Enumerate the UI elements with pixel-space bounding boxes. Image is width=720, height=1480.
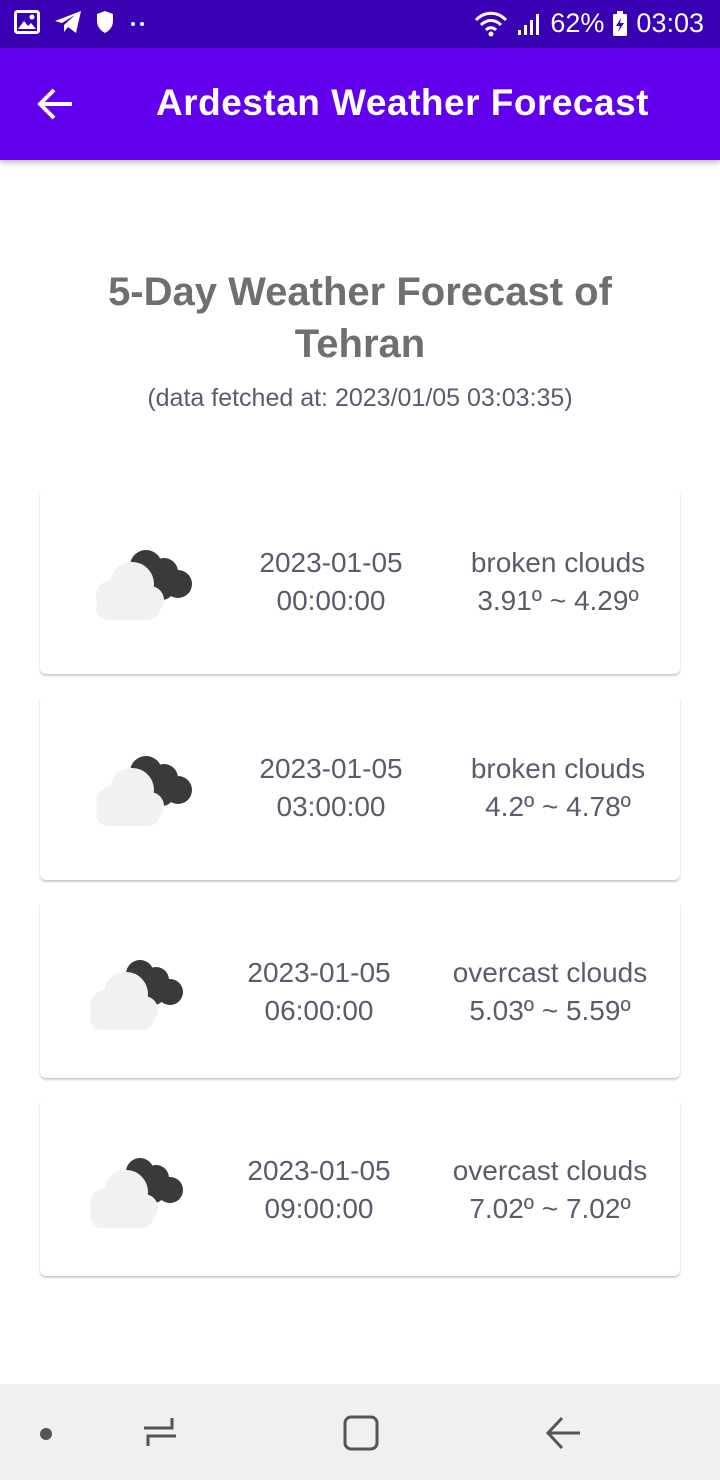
forecast-temp-range: 4.2º ~ 4.78º: [485, 791, 631, 822]
dot-indicator-icon[interactable]: [38, 1426, 54, 1447]
forecast-description: overcast clouds: [452, 957, 648, 988]
app-bar: Ardestan Weather Forecast: [0, 48, 720, 160]
forecast-date: 2023-01-05: [247, 1155, 391, 1186]
forecast-description: broken clouds: [470, 753, 646, 784]
status-bar: 62% 03:03: [0, 0, 720, 48]
forecast-time: 09:00:00: [264, 1193, 374, 1224]
forecast-datetime: 2023-01-05 09:00:00: [238, 1152, 400, 1228]
forecast-card[interactable]: 2023-01-05 09:00:00 overcast clouds 7.02…: [40, 1098, 680, 1276]
forecast-summary: broken clouds 4.2º ~ 4.78º: [452, 750, 664, 826]
telegram-icon: [54, 10, 82, 34]
battery-icon: [612, 10, 628, 37]
back-nav-icon[interactable]: [544, 1414, 582, 1457]
forecast-date: 2023-01-05: [259, 547, 403, 578]
forecast-card[interactable]: 2023-01-05 03:00:00 broken clouds 4.2º ~…: [40, 694, 680, 880]
forecast-date: 2023-01-05: [247, 957, 391, 988]
battery-percent: 62%: [550, 8, 605, 38]
forecast-temp-range: 3.91º ~ 4.29º: [477, 585, 639, 616]
system-navigation-bar: [0, 1384, 720, 1480]
forecast-summary: broken clouds 3.91º ~ 4.29º: [452, 544, 664, 620]
forecast-card[interactable]: 2023-01-05 00:00:00 broken clouds 3.91º …: [40, 488, 680, 674]
forecast-time: 00:00:00: [276, 585, 386, 616]
more-notifications-icon: [128, 10, 148, 34]
overcast-clouds-icon: [74, 954, 192, 1030]
overcast-clouds-icon: [74, 1152, 192, 1228]
forecast-date: 2023-01-05: [259, 753, 403, 784]
forecast-description: broken clouds: [470, 547, 646, 578]
notification-icons: [14, 10, 148, 34]
system-status: 62% 03:03: [474, 8, 704, 39]
forecast-time: 06:00:00: [264, 995, 374, 1026]
fetched-at-text: (data fetched at: 2023/01/05 03:03:35): [147, 384, 573, 412]
clock: 03:03: [636, 8, 704, 38]
forecast-datetime: 2023-01-05 03:00:00: [250, 750, 412, 826]
shield-icon: [96, 10, 114, 34]
broken-clouds-icon: [76, 544, 194, 620]
forecast-temp-range: 5.03º ~ 5.59º: [469, 995, 631, 1026]
forecast-card[interactable]: 2023-01-05 06:00:00 overcast clouds 5.03…: [40, 900, 680, 1078]
page-title: 5-Day Weather Forecast of Tehran: [108, 270, 612, 366]
forecast-description: overcast clouds: [452, 1155, 648, 1186]
broken-clouds-icon: [76, 750, 194, 826]
home-icon[interactable]: [342, 1414, 380, 1457]
signal-icon: [516, 11, 542, 37]
wifi-icon: [474, 10, 508, 38]
forecast-time: 03:00:00: [276, 791, 386, 822]
recent-apps-icon[interactable]: [142, 1414, 178, 1455]
forecast-temp-range: 7.02º ~ 7.02º: [469, 1193, 631, 1224]
forecast-datetime: 2023-01-05 06:00:00: [238, 954, 400, 1030]
gallery-icon: [14, 10, 40, 34]
forecast-summary: overcast clouds 5.03º ~ 5.59º: [436, 954, 664, 1030]
app-title: Ardestan Weather Forecast: [156, 82, 649, 123]
back-arrow-icon[interactable]: [36, 84, 76, 124]
forecast-summary: overcast clouds 7.02º ~ 7.02º: [436, 1152, 664, 1228]
forecast-datetime: 2023-01-05 00:00:00: [250, 544, 412, 620]
